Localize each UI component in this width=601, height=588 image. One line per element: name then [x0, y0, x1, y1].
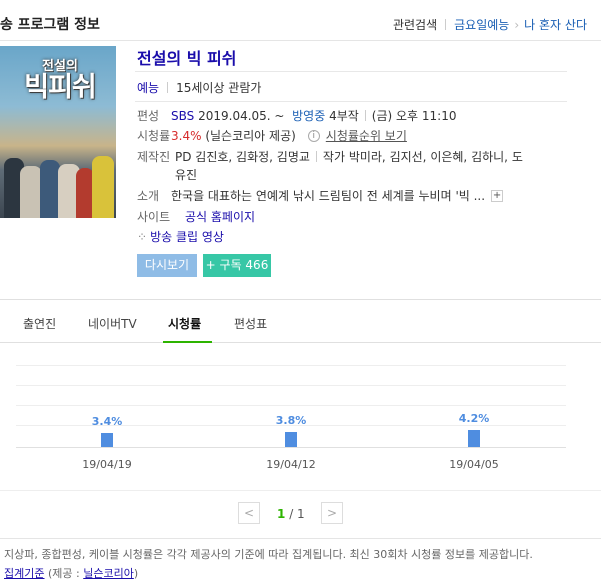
viewership-value: 3.4%: [171, 128, 202, 143]
divider: [0, 490, 601, 491]
related-search-label[interactable]: 관련검색: [393, 16, 437, 33]
subscribe-button[interactable]: + 구독 466: [203, 254, 271, 277]
viewership-label: 시청률: [137, 129, 171, 143]
next-page-button[interactable]: >: [321, 502, 343, 524]
tab-schedule[interactable]: 편성표: [234, 315, 267, 332]
prev-page-button[interactable]: <: [238, 502, 260, 524]
provider-link[interactable]: 닐슨코리아: [83, 567, 134, 580]
breadcrumb-friday-variety[interactable]: 금요일예능: [454, 16, 509, 33]
breadcrumb-show[interactable]: 나 혼자 산다: [524, 16, 587, 33]
chart-bar[interactable]: [468, 430, 480, 447]
poster-title: 전설의 빅피쉬: [10, 60, 110, 102]
provider-prefix: (제공 :: [47, 567, 84, 580]
chart-value-label: 3.8%: [275, 414, 307, 427]
air-date: 2019.04.05. ~: [198, 108, 285, 123]
air-time: (금) 오후 11:10: [371, 109, 457, 123]
info-icon[interactable]: i: [307, 129, 320, 142]
aggregation-info: 집계기준 (제공 : 닐슨코리아): [4, 565, 138, 581]
intro-row: 소개 한국을 대표하는 연예계 낚시 드림팀이 전 세계를 누비며 '빅 ...…: [137, 187, 504, 204]
divider: [135, 71, 567, 72]
chart-x-label: 19/04/19: [82, 458, 132, 471]
production-label: 제작진: [137, 150, 171, 164]
chart-x-label: 19/04/05: [449, 458, 499, 471]
poster-title-big: 빅피쉬: [24, 71, 97, 103]
divider: [445, 19, 447, 30]
viewership-chart: 3.4% 19/04/19 3.8% 19/04/12 4.2% 19/04/05: [0, 343, 601, 483]
official-site-link[interactable]: 공식 홈페이지: [185, 208, 255, 225]
chart-value-label: 3.4%: [91, 415, 123, 428]
poster-figure: [92, 156, 114, 218]
chart-bar[interactable]: [101, 433, 113, 447]
total-pages: / 1: [289, 507, 305, 521]
chart-baseline: [16, 447, 566, 448]
chart-gridline: [16, 365, 566, 366]
aggregation-criteria-link[interactable]: 집계기준: [4, 567, 44, 580]
poster-figure: [20, 166, 42, 218]
poster-figure: [40, 160, 60, 218]
related-search: 관련검색 금요일예능 › 나 혼자 산다: [393, 16, 587, 33]
intro-text: 한국을 대표하는 연예계 낚시 드림팀이 전 세계를 누비며 '빅 ...: [171, 189, 486, 203]
clip-link[interactable]: 방송 클립 영상: [150, 230, 224, 244]
producers: PD 김진호, 김화정, 김명교: [175, 150, 310, 164]
show-title[interactable]: 전설의 빅 피쉬: [137, 45, 236, 69]
on-air-status: 방영중: [292, 109, 326, 123]
writers-continued: 유진: [175, 168, 198, 182]
section-divider: [0, 299, 601, 300]
channel-link[interactable]: SBS: [171, 109, 194, 123]
chevron-right-icon: ›: [514, 17, 520, 32]
chart-bar[interactable]: [285, 432, 297, 447]
chart-gridline: [16, 405, 566, 406]
viewership-row: 시청률 3.4% (닐슨코리아 제공) i 시청률순위 보기: [137, 127, 407, 144]
current-page: 1: [277, 507, 286, 521]
writers: 작가 박미라, 김지선, 이은혜, 김하니, 도: [322, 150, 523, 164]
viewership-source: (닐슨코리아 제공): [205, 129, 296, 143]
tab-cast[interactable]: 출연진: [23, 315, 56, 332]
episode-count: 4부작: [329, 109, 359, 123]
site-row: 사이트 공식 홈페이지: [137, 208, 255, 225]
provider-suffix: ): [133, 567, 139, 580]
chart-x-label: 19/04/12: [266, 458, 316, 471]
divider: [167, 82, 169, 93]
tab-navertv[interactable]: 네이버TV: [88, 315, 137, 332]
divider: [0, 538, 601, 539]
grid-dots-icon: ⁘: [137, 230, 148, 244]
divider: [364, 110, 366, 121]
replay-button[interactable]: 다시보기: [137, 254, 197, 277]
broadcast-label: 편성: [137, 109, 160, 123]
genre-link[interactable]: 예능: [137, 79, 159, 96]
production-row: 제작진 PD 김진호, 김화정, 김명교 작가 박미라, 김지선, 이은혜, 김…: [137, 148, 523, 165]
page-indicator: 1 / 1: [277, 507, 305, 521]
chevron-right-icon: >: [326, 506, 338, 520]
page-title: 송 프로그램 정보: [0, 17, 100, 33]
clip-row[interactable]: ⁘ 방송 클립 영상: [137, 228, 224, 245]
viewership-notice: 지상파, 종합편성, 케이블 시청률은 각각 제공사의 기준에 따라 집계됩니다…: [4, 548, 533, 561]
age-rating: 15세이상 관람가: [176, 81, 262, 95]
site-label: 사이트: [137, 210, 171, 224]
divider: [135, 101, 567, 102]
ranking-link[interactable]: 시청률순위 보기: [326, 127, 407, 144]
genre-row: 예능 15세이상 관람가: [137, 79, 261, 96]
chart-gridline: [16, 385, 566, 386]
expand-icon[interactable]: +: [491, 189, 504, 202]
divider: [315, 151, 317, 162]
chart-value-label: 4.2%: [458, 412, 490, 425]
chevron-left-icon: <: [243, 506, 255, 520]
intro-label: 소개: [137, 189, 160, 203]
tab-viewership[interactable]: 시청률: [168, 315, 201, 332]
production-row-continued: 유진: [175, 166, 197, 183]
show-poster[interactable]: 전설의 빅피쉬: [0, 46, 116, 218]
header-divider: [0, 40, 601, 41]
broadcast-row: 편성 SBS 2019.04.05. ~ 방영중 4부작 (금) 오후 11:1…: [137, 107, 457, 124]
